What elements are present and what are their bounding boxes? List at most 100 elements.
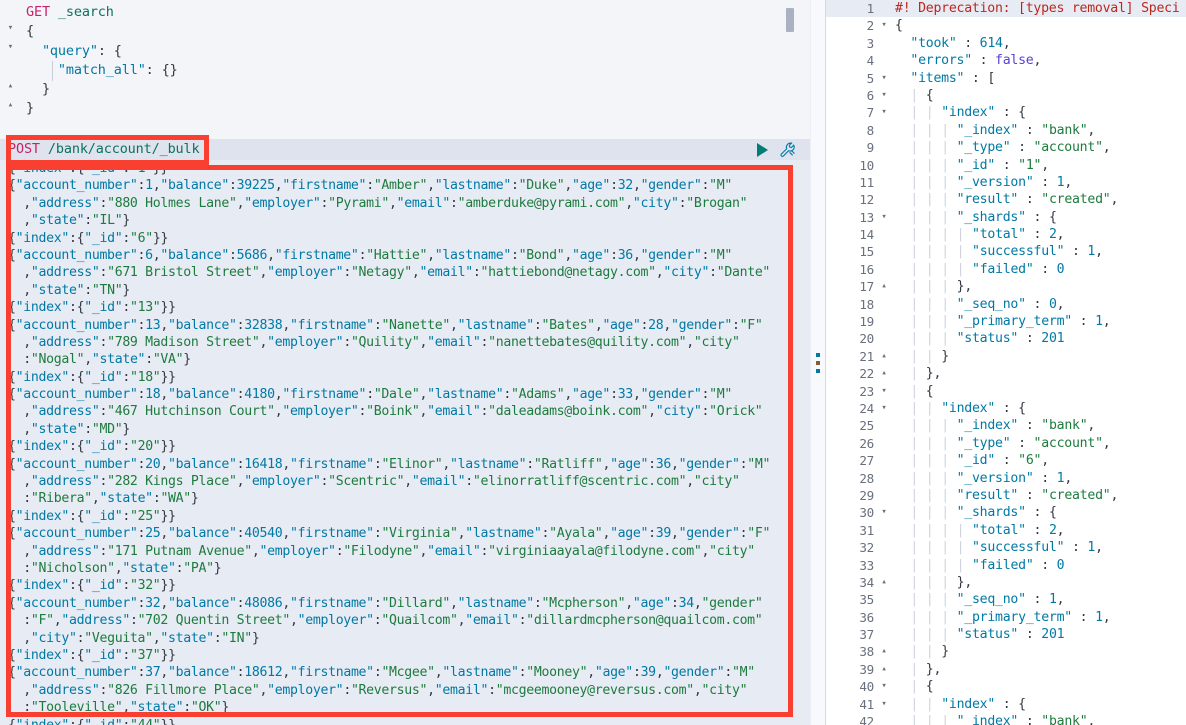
play-icon[interactable]: [757, 142, 768, 157]
request-1-path: _search: [57, 4, 114, 20]
response-line-code: | | | "_id" : "1",: [910, 157, 1049, 173]
line-number: 32: [859, 540, 874, 556]
line-number: 42: [859, 714, 874, 725]
line-number: 22: [859, 366, 874, 382]
response-line-code: | | | "_id" : "6",: [910, 453, 1049, 469]
response-line: 17 ▴ | | | },: [826, 278, 1186, 295]
line-number: 4: [866, 53, 875, 69]
fold-arrow-icon[interactable]: ▴: [878, 278, 890, 295]
pane-splitter[interactable]: [810, 0, 826, 725]
fold-arrow-icon[interactable]: ▴: [878, 348, 890, 365]
line-number: 29: [859, 487, 874, 503]
line-number: 19: [859, 314, 874, 330]
response-line-code: | | | "_type" : "account",: [910, 435, 1111, 451]
bulk-line: ,"city":"Veguita","state":"IN"}: [0, 629, 810, 647]
bulk-body[interactable]: {"index":{"_id":"1"}} {"account_number":1…: [0, 160, 810, 725]
fold-arrow-icon[interactable]: ▴: [878, 643, 890, 660]
line-number: 25: [859, 418, 874, 434]
response-line: 4 "errors" : false,: [826, 52, 1186, 69]
fold-arrow-icon[interactable]: ▾: [878, 383, 890, 400]
response-line: 26 | | | "_type" : "account",: [826, 435, 1186, 452]
response-line: 21 ▴ | | }: [826, 348, 1186, 365]
response-line-code: | | | "_index" : "bank",: [910, 122, 1096, 138]
response-line: 10 | | | "_id" : "1",: [826, 157, 1186, 174]
response-line: 23 ▾ | {: [826, 383, 1186, 400]
request-2-header-bar[interactable]: POST /bank/account/_bulk: [0, 139, 810, 160]
response-line-code: | },: [910, 661, 942, 677]
response-line-code: | | }: [910, 644, 949, 660]
response-line-code: | | | "_primary_term" : 1,: [910, 609, 1111, 625]
fold-arrow-icon[interactable]: ▾: [878, 70, 890, 87]
response-line-code: | {: [910, 87, 934, 103]
console-app: ▾ ▾ ▴ ▴ GET _search { "query": { "match_…: [0, 0, 1186, 725]
bulk-line: {"account_number":6,"balance":5686,"firs…: [0, 246, 810, 265]
response-line: 20 | | | "status" : 201: [826, 330, 1186, 347]
fold-arrow-icon[interactable]: ▾: [878, 696, 890, 713]
response-line-code: "took" : 614,: [910, 35, 1011, 51]
response-output-pane[interactable]: 1 #! Deprecation: [types removal] Speci 2 ▾…: [826, 0, 1186, 725]
response-line: 39 ▴ | },: [826, 661, 1186, 678]
response-line: 7 ▾ | | "index" : {: [826, 104, 1186, 121]
response-line-code: | | | "_version" : 1,: [910, 470, 1073, 486]
response-line: 40 ▾ | {: [826, 678, 1186, 695]
line-number: 41: [859, 696, 874, 712]
line-number: 26: [859, 435, 874, 451]
response-line-code: | | | "result" : "created",: [910, 487, 1119, 503]
fold-arrow-icon[interactable]: ▴: [878, 661, 890, 678]
request-1-line: GET _search: [0, 3, 810, 22]
bulk-line: :"Tooleville","state":"OK"}: [0, 699, 810, 717]
line-number: 21: [859, 348, 874, 364]
response-line-code: | | | "_primary_term" : 1,: [910, 314, 1111, 330]
bulk-line: ,"address":"880 Holmes Lane","employer":…: [0, 194, 810, 213]
request-1-line: {: [26, 23, 34, 40]
splitter-grip-icon[interactable]: [816, 352, 820, 373]
fold-arrow-icon[interactable]: ▾: [878, 678, 890, 695]
line-number: 11: [859, 174, 874, 190]
editor-scrollbar-thumb[interactable]: [786, 8, 794, 32]
line-number: 14: [859, 227, 874, 243]
fold-arrow-icon[interactable]: ▴: [878, 574, 890, 591]
fold-arrow-icon[interactable]: ▾: [878, 104, 890, 121]
response-line: 31 | | | | "total" : 2,: [826, 522, 1186, 539]
fold-arrow-icon[interactable]: ▾: [878, 400, 890, 417]
fold-arrow-icon[interactable]: ▾: [878, 17, 890, 34]
fold-arrow-icon[interactable]: ▾: [878, 209, 890, 226]
bulk-line: {"index":{"_id":"13"}}: [0, 299, 810, 317]
response-line-code: | | "index" : {: [910, 696, 1026, 712]
response-line-code: | | }: [910, 348, 949, 364]
request-editor-pane[interactable]: ▾ ▾ ▴ ▴ GET _search { "query": { "match_…: [0, 0, 810, 725]
response-line-code: | | | | "total" : 2,: [910, 522, 1065, 538]
response-line: 28 | | | "_version" : 1,: [826, 470, 1186, 487]
line-number: 13: [859, 209, 874, 225]
response-line: 2 ▾ {: [826, 17, 1186, 34]
bulk-line: {"account_number":18,"balance":4180,"fir…: [0, 386, 810, 404]
fold-arrow-icon[interactable]: ▴: [878, 365, 890, 382]
response-line-code: | | | "_index" : "bank",: [910, 714, 1096, 725]
line-number: 9: [866, 140, 875, 156]
bulk-line: ,"address":"789 Madison Street","employe…: [0, 333, 810, 352]
line-number: 10: [859, 157, 874, 173]
response-line-code: | | | "status" : 201: [910, 627, 1065, 643]
request-1-block[interactable]: GET _search { "query": { "match_all": {}…: [0, 0, 810, 119]
request-2-path: /bank/account/_bulk: [47, 141, 200, 157]
response-line-code: | | | | "successful" : 1,: [910, 540, 1103, 556]
fold-arrow-icon[interactable]: ▾: [878, 87, 890, 104]
editor-scrollbar[interactable]: [786, 0, 794, 725]
response-line: 6 ▾ | {: [826, 87, 1186, 104]
fold-arrow-icon[interactable]: ▾: [878, 504, 890, 521]
response-line-code: | | | "_seq_no" : 1,: [910, 592, 1065, 608]
response-line-code: | {: [910, 679, 934, 695]
response-line: 41 ▾ | | "index" : {: [826, 696, 1186, 713]
line-number: 7: [866, 105, 875, 121]
line-number: 2: [866, 18, 875, 34]
